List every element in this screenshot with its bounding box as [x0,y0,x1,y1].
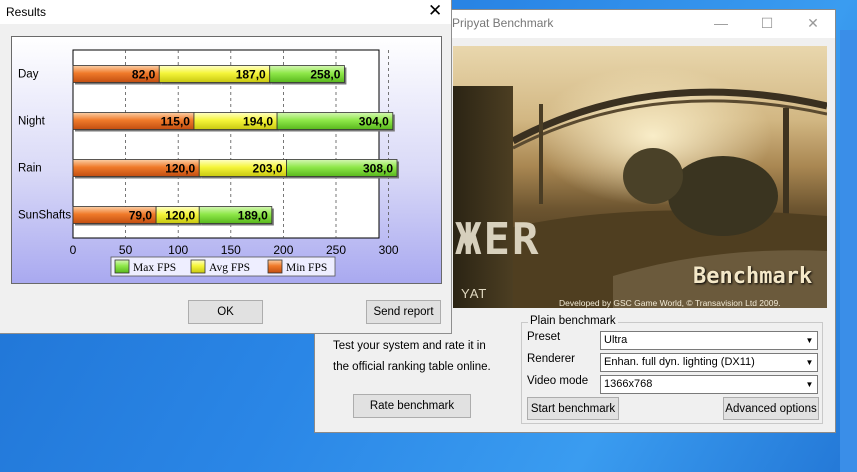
bar-value-label: 258,0 [310,68,340,82]
x-tick-label: 250 [326,243,346,257]
advanced-options-button[interactable]: Advanced options [723,397,819,420]
stalker-logo: ЖЕR [455,214,541,265]
benchmark-artwork: ЖЕR YAT Benchmark Developed by GSC Game … [453,46,827,308]
preset-label: Preset [527,331,561,343]
results-title: Results [6,5,47,19]
x-tick-label: 50 [119,243,133,257]
rating-description: Test your system and rate it in the offi… [333,340,491,373]
x-tick-label: 0 [70,243,77,257]
legend-label: Avg FPS [209,262,250,274]
bar-value-label: 304,0 [359,115,389,129]
desktop-background [840,30,857,472]
chevron-down-icon: ▼ [805,336,814,345]
bar-value-label: 194,0 [243,115,273,129]
bar-value-label: 82,0 [132,68,156,82]
chevron-down-icon: ▼ [805,358,814,367]
x-tick-label: 100 [168,243,188,257]
plain-benchmark-legend: Plain benchmark [528,315,618,327]
legend-label: Max FPS [133,262,176,274]
send-report-button[interactable]: Send report [366,300,441,324]
category-label: Night [18,116,46,128]
bar-value-label: 203,0 [253,162,283,176]
main-window-title: Pripyat Benchmark [452,16,554,30]
bar-value-label: 115,0 [161,115,191,129]
close-icon[interactable]: ✕ [428,1,442,21]
bar-value-label: 120,0 [165,209,195,223]
x-tick-label: 200 [273,243,293,257]
bar-value-label: 308,0 [363,162,393,176]
results-dialog: Results ✕ 0 50 100 150 200 250 300 Day 82,0 187,0… [0,0,452,334]
bar-value-label: 120,0 [165,162,195,176]
chevron-down-icon: ▼ [805,380,814,389]
bar-value-label: 79,0 [129,209,153,223]
category-label: SunShafts [18,210,71,222]
online-rating-panel: Test your system and rate it in the offi… [325,328,505,424]
plain-benchmark-group: Plain benchmark Preset Ultra ▼ Renderer … [521,315,823,424]
legend-label: Min FPS [286,262,327,274]
ok-button[interactable]: OK [188,300,263,324]
video-mode-label: Video mode [527,375,589,387]
logo-subtitle: YAT [461,286,488,301]
developer-credit: Developed by GSC Game World, © Transavis… [559,298,781,308]
preset-select[interactable]: Ultra ▼ [600,331,818,350]
bar-value-label: 189,0 [238,209,268,223]
results-title-bar[interactable]: Results ✕ [0,0,451,24]
legend-swatch [267,259,283,274]
category-label: Day [18,69,39,81]
video-mode-select[interactable]: 1366x768 ▼ [600,375,818,394]
legend-swatch [114,259,130,274]
category-label: Rain [18,163,42,175]
benchmark-label: Benchmark [693,264,813,289]
rate-benchmark-button[interactable]: Rate benchmark [353,394,471,418]
renderer-label: Renderer [527,353,575,365]
bar-value-label: 187,0 [236,68,266,82]
close-button[interactable]: ✕ [790,10,836,38]
fps-chart-svg: 0 50 100 150 200 250 300 Day 82,0 187,0 258,0 Night… [18,49,400,277]
maximize-button[interactable]: ☐ [744,10,790,38]
renderer-select[interactable]: Enhan. full dyn. lighting (DX11) ▼ [600,353,818,372]
x-tick-label: 150 [221,243,241,257]
legend-swatch [190,259,206,274]
start-benchmark-button[interactable]: Start benchmark [527,397,619,420]
minimize-button[interactable]: — [698,10,744,38]
fps-chart: 0 50 100 150 200 250 300 Day 82,0 187,0 258,0 Night… [11,36,442,284]
x-tick-label: 300 [379,243,399,257]
